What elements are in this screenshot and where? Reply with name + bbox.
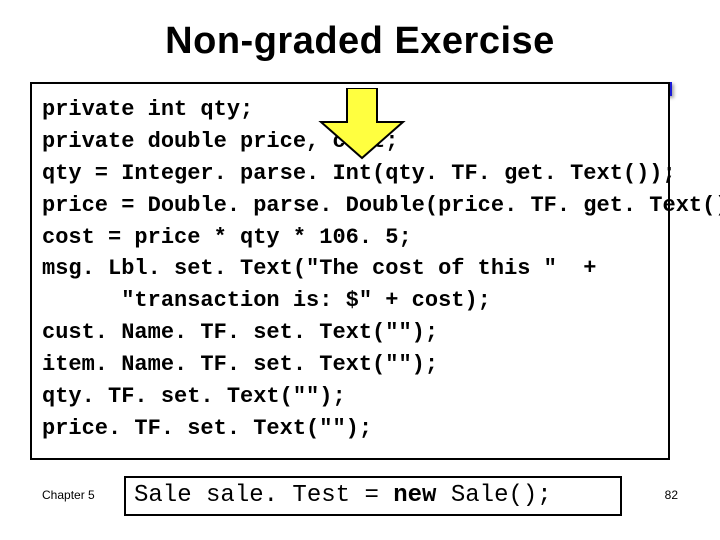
code-line: item. Name. TF. set. Text(""); (42, 352, 438, 377)
footer: Chapter 5 Sale sale. Test = new Sale(); … (0, 472, 720, 516)
chapter-label: Chapter 5 (42, 488, 95, 502)
sale-code-box: Sale sale. Test = new Sale(); (124, 476, 622, 516)
sale-suffix: Sale(); (436, 482, 551, 509)
code-line: price = Double. parse. Double(price. TF.… (42, 193, 720, 218)
code-line: "transaction is: $" + cost); (42, 288, 491, 313)
code-line: qty = Integer. parse. Int(qty. TF. get. … (42, 161, 676, 186)
code-box: private int qty; private double price, c… (30, 82, 670, 460)
code-line: qty. TF. set. Text(""); (42, 384, 346, 409)
sale-prefix: Sale sale. Test = (134, 482, 393, 509)
code-line: price. TF. set. Text(""); (42, 416, 372, 441)
sale-keyword: new (393, 482, 436, 509)
code-line: private int qty; (42, 97, 253, 122)
code-line: cust. Name. TF. set. Text(""); (42, 320, 438, 345)
page-number: 82 (665, 488, 678, 502)
code-line: private double price, cost; (42, 129, 398, 154)
code-line: msg. Lbl. set. Text("The cost of this " … (42, 256, 597, 281)
code-line: cost = price * qty * 106. 5; (42, 225, 412, 250)
slide-title: Non-graded Exercise (0, 20, 720, 63)
slide: Non-graded Exercise private int qty; pri… (0, 0, 720, 540)
